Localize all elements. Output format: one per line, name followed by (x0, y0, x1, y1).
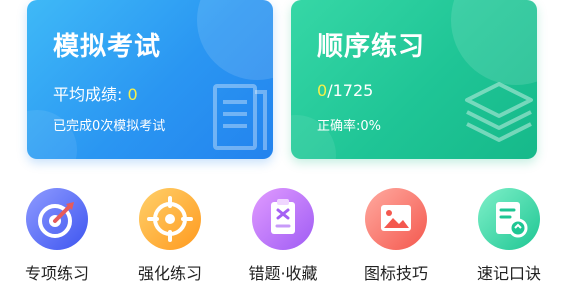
nav-label: 专项练习 (24, 264, 89, 283)
mnemonic-book-icon (478, 188, 540, 250)
nav-item-wrong-and-favorites[interactable]: 错题·收藏 (227, 188, 339, 284)
nav-label: 速记口诀 (476, 264, 541, 283)
practice-progress-total: /1725 (327, 81, 374, 100)
target-icon (26, 188, 88, 250)
crosshair-icon (139, 188, 201, 250)
document-icon (213, 84, 267, 150)
accuracy-rate: 正确率:0% (317, 119, 382, 134)
nav-item-special-practice[interactable]: 专项练习 (1, 188, 113, 284)
average-score-label: 平均成绩: (53, 85, 128, 104)
practice-progress: 0/1725 (317, 81, 373, 100)
nav-item-icon-tips[interactable]: 图标技巧 (340, 188, 452, 284)
nav-item-mnemonics[interactable]: 速记口诀 (453, 188, 564, 284)
exam-completed-count: 已完成0次模拟考试 (53, 119, 166, 134)
picture-icon (365, 188, 427, 250)
mock-exam-title: 模拟考试 (53, 32, 162, 62)
sequential-practice-title: 顺序练习 (317, 32, 426, 62)
practice-progress-done: 0 (317, 81, 328, 100)
decor-bubble (451, 0, 537, 85)
layers-icon (465, 82, 533, 142)
nav-item-intensive-practice[interactable]: 强化练习 (114, 188, 226, 284)
wrong-questions-icon (252, 188, 314, 250)
nav-label: 强化练习 (137, 264, 202, 283)
nav-label: 图标技巧 (363, 264, 428, 283)
average-score: 平均成绩: 0 (53, 81, 138, 105)
sequential-practice-card[interactable]: 顺序练习 0/1725 正确率:0% (291, 0, 537, 159)
mock-exam-card[interactable]: 模拟考试 平均成绩: 0 已完成0次模拟考试 (27, 0, 273, 159)
decor-bubble (197, 0, 273, 80)
nav-label: 错题·收藏 (248, 264, 318, 283)
average-score-value: 0 (127, 85, 138, 104)
